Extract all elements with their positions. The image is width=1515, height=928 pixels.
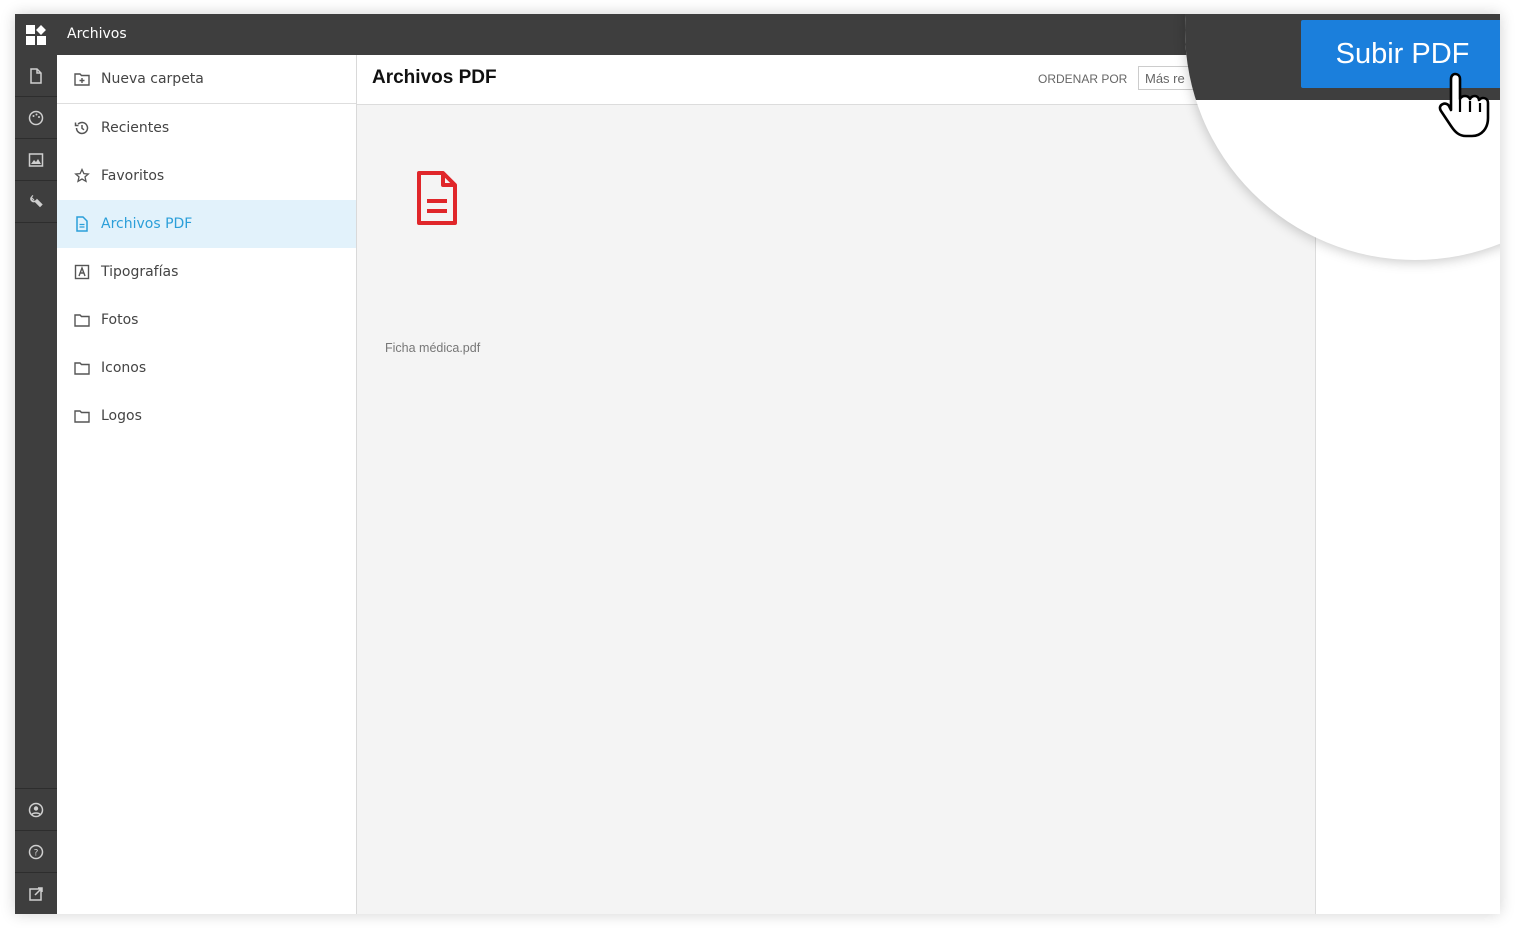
new-folder-label: Nueva carpeta <box>101 71 204 87</box>
history-icon <box>73 119 91 137</box>
svg-text:?: ? <box>34 848 39 858</box>
sidebar-item-label: Iconos <box>101 360 147 376</box>
pdf-file-icon <box>415 171 459 229</box>
pdf-icon <box>73 215 91 233</box>
rail-wrench-icon[interactable] <box>15 181 57 223</box>
rail-palette-icon[interactable] <box>15 97 57 139</box>
rail-user-icon[interactable] <box>15 788 57 830</box>
sidebar-item-archivos-pdf[interactable]: Archivos PDF <box>57 200 356 248</box>
file-name: Ficha médica.pdf <box>385 341 481 355</box>
hand-cursor-icon <box>1435 70 1491 144</box>
app-title: Archivos <box>67 26 127 42</box>
left-rail: ? <box>15 55 57 914</box>
sidebar-item-label: Favoritos <box>101 168 165 184</box>
sidebar-item-iconos[interactable]: Iconos <box>57 344 356 392</box>
folder-icon <box>73 359 91 377</box>
folder-icon <box>73 311 91 329</box>
file-grid: Ficha médica.pdf <box>357 105 1316 914</box>
new-folder-button[interactable]: Nueva carpeta <box>57 55 356 104</box>
sidebar: Nueva carpeta Recientes Favoritos Archiv… <box>57 55 357 914</box>
rail-help-icon[interactable]: ? <box>15 830 57 872</box>
page-title: Archivos PDF <box>372 67 497 88</box>
sidebar-item-label: Logos <box>101 408 142 424</box>
file-card[interactable]: Ficha médica.pdf <box>371 155 501 355</box>
sidebar-item-label: Archivos PDF <box>101 216 193 232</box>
sidebar-item-logos[interactable]: Logos <box>57 392 356 440</box>
rail-document-icon[interactable] <box>15 55 57 97</box>
sort-label: ORDENAR POR <box>1038 72 1128 86</box>
rail-image-icon[interactable] <box>15 139 57 181</box>
sidebar-item-recientes[interactable]: Recientes <box>57 104 356 152</box>
font-icon <box>73 263 91 281</box>
app-logo-icon[interactable] <box>15 14 57 55</box>
rail-external-link-icon[interactable] <box>15 872 57 914</box>
folder-plus-icon <box>73 70 91 88</box>
app-window: Archivos ? Nueva carpeta Recientes Favor… <box>15 14 1500 914</box>
sidebar-item-favoritos[interactable]: Favoritos <box>57 152 356 200</box>
star-icon <box>73 167 91 185</box>
sidebar-item-tipografias[interactable]: Tipografías <box>57 248 356 296</box>
sidebar-item-fotos[interactable]: Fotos <box>57 296 356 344</box>
sidebar-item-label: Fotos <box>101 312 139 328</box>
sidebar-item-label: Tipografías <box>101 264 179 280</box>
sidebar-item-label: Recientes <box>101 120 170 136</box>
folder-icon <box>73 407 91 425</box>
